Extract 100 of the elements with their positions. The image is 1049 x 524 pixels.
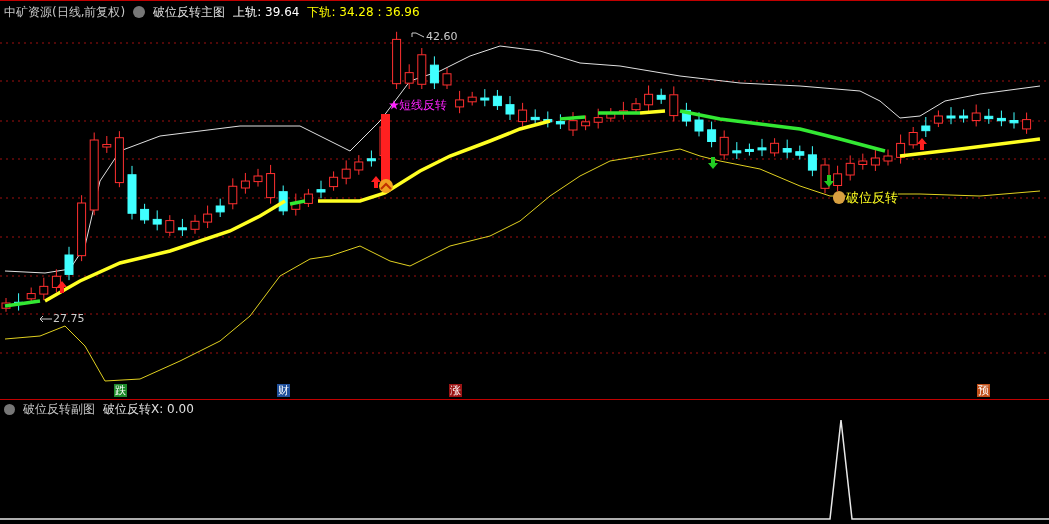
candlestick — [845, 154, 855, 181]
candlestick — [757, 138, 767, 157]
candlestick — [933, 109, 943, 128]
candlestick — [1022, 112, 1032, 135]
candlestick — [518, 102, 528, 128]
event-marker: 财 — [277, 384, 290, 397]
candlestick — [114, 130, 124, 188]
indicator-name: 破位反转主图 — [153, 4, 226, 21]
candlestick — [606, 107, 616, 123]
candlestick — [656, 88, 666, 105]
candlestick — [64, 246, 74, 281]
subchart-title: 破位反转副图 — [23, 401, 95, 418]
candlestick — [77, 194, 87, 262]
candlestick — [253, 168, 263, 188]
signal-label: 短线反转 — [399, 96, 447, 114]
candlestick — [51, 268, 61, 293]
candlestick — [984, 108, 994, 125]
candlestick — [203, 205, 213, 229]
candlestick — [366, 150, 376, 168]
candlestick — [959, 108, 969, 124]
candlestick — [215, 198, 225, 218]
candlestick — [404, 63, 414, 90]
down-arrow-icon — [708, 157, 718, 169]
collapse-icon[interactable] — [4, 403, 15, 415]
candlestick — [732, 141, 742, 160]
candlestick — [770, 137, 780, 157]
candlestick — [833, 165, 843, 192]
candlestick — [555, 113, 565, 130]
candlestick — [820, 157, 830, 194]
candlestick — [316, 180, 326, 199]
candlestick — [102, 135, 112, 154]
candlestick — [429, 55, 439, 90]
candlestick — [581, 114, 591, 131]
event-marker: 预 — [977, 384, 990, 397]
candlestick — [278, 185, 288, 216]
candlestick — [392, 31, 402, 90]
candlestick — [190, 214, 200, 235]
candlestick — [291, 193, 301, 217]
candlestick — [39, 277, 49, 301]
event-marker: 跌 — [114, 384, 127, 397]
candlestick — [593, 108, 603, 129]
collapse-icon[interactable] — [133, 6, 146, 18]
low-price-label: 27.75 — [53, 311, 85, 327]
candlestick — [530, 108, 540, 126]
candlestick — [870, 149, 880, 172]
candlestick — [480, 88, 490, 107]
candlestick — [1009, 111, 1019, 130]
candlestick — [719, 129, 729, 161]
candlestick — [228, 177, 238, 210]
trend-line — [4, 299, 41, 308]
candlestick — [354, 154, 364, 176]
star-icon — [389, 100, 399, 110]
candlestick — [341, 159, 351, 185]
candlestick — [618, 101, 628, 120]
candlestick — [177, 218, 187, 237]
candlestick — [807, 145, 817, 177]
candlestick — [971, 104, 981, 127]
candlestick — [707, 121, 717, 148]
up-arrow-icon — [57, 281, 67, 293]
candlestick — [165, 214, 175, 237]
low-pointer-icon — [39, 315, 53, 323]
candlestick — [543, 111, 553, 128]
candlestick — [505, 95, 515, 121]
candlestick — [921, 116, 931, 138]
candlestick — [996, 110, 1006, 127]
candlestick — [858, 153, 868, 171]
candlestick — [240, 172, 250, 195]
up-arrow-icon — [917, 138, 927, 150]
candlestick — [467, 91, 477, 106]
upper-band-value: 上轨: 39.64 — [233, 4, 300, 21]
high-price-label: 42.60 — [426, 29, 458, 45]
candlestick — [669, 85, 679, 122]
candlestick — [908, 126, 918, 150]
down-arrow-icon — [824, 175, 834, 187]
candlestick — [329, 170, 339, 192]
candlestick — [782, 139, 792, 159]
candlestick — [152, 209, 162, 231]
candlestick — [455, 90, 465, 114]
candlestick — [644, 85, 654, 112]
candlestick — [795, 145, 805, 160]
trend-line — [559, 115, 586, 121]
candlestick — [140, 203, 150, 225]
candlestick — [266, 164, 276, 205]
candlestick — [744, 143, 754, 157]
lower-band-value: 下轨: 34.28 : 36.96 — [307, 4, 420, 21]
candlestick — [417, 47, 427, 90]
event-marker: 涨 — [449, 384, 462, 397]
candlestick — [681, 102, 691, 127]
candlestick — [303, 188, 313, 208]
candlestick — [568, 111, 578, 137]
candlestick — [694, 111, 704, 137]
series-value: 破位反转X: 0.00 — [103, 401, 194, 418]
chevron-badge-icon — [379, 179, 393, 193]
candlestick — [896, 134, 906, 165]
up-arrow-icon — [371, 176, 381, 188]
candlestick — [946, 106, 956, 125]
security-title: 中矿资源(日线,前复权) — [4, 4, 126, 21]
candlestick — [883, 149, 893, 167]
trend-line — [289, 199, 306, 206]
candlestick — [492, 89, 502, 111]
